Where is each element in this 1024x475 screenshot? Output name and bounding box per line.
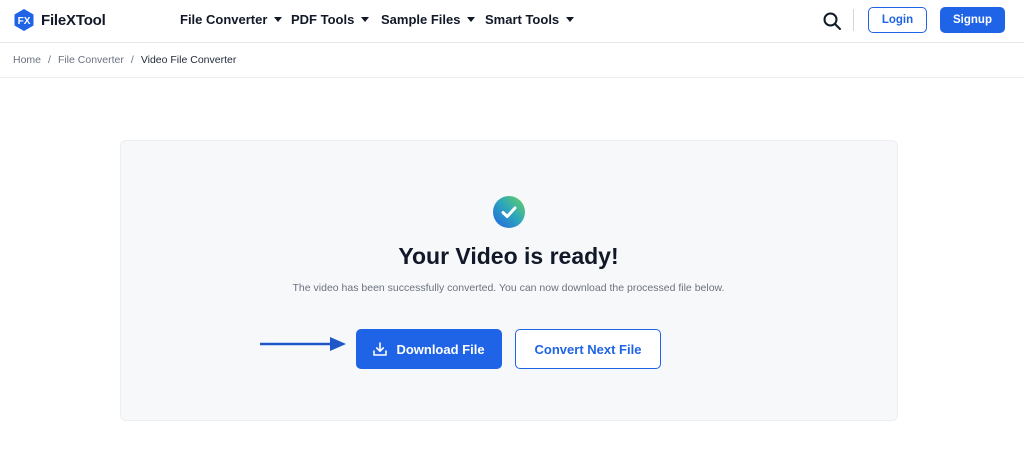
nav-smart-tools[interactable]: Smart Tools (485, 12, 575, 27)
download-icon (373, 342, 388, 356)
result-title: Your Video is ready! (398, 243, 619, 269)
nav-sample-files-label: Sample Files (381, 12, 461, 27)
breadcrumb-separator: / (130, 54, 134, 66)
svg-text:FX: FX (18, 16, 31, 27)
nav-sample-files[interactable]: Sample Files (381, 12, 476, 27)
convert-next-file-button[interactable]: Convert Next File (515, 329, 661, 369)
breadcrumb-separator: / (48, 54, 51, 66)
breadcrumb-bar: Home / File Converter / Video File Conve… (0, 43, 1024, 78)
result-card (120, 140, 898, 421)
arrow-right-icon (260, 337, 346, 351)
result-subtitle: The video has been successfully converte… (292, 282, 725, 294)
logo-mark-icon: FX (14, 9, 34, 31)
nav-pdf-tools[interactable]: PDF Tools (291, 12, 370, 27)
chevron-down-icon (467, 17, 476, 22)
login-button[interactable]: Login (868, 7, 927, 33)
breadcrumb: Home / File Converter / Video File Conve… (13, 54, 236, 66)
top-navigation-bar: FX FileXTool File Converter PDF Tools Sa… (0, 0, 1024, 43)
check-circle-icon (493, 196, 525, 228)
nav-smart-tools-label: Smart Tools (485, 12, 560, 27)
download-file-button[interactable]: Download File (356, 329, 502, 369)
nav-pdf-tools-label: PDF Tools (291, 12, 355, 27)
brand-name: FileXTool (41, 11, 106, 29)
breadcrumb-file-converter[interactable]: File Converter (58, 54, 124, 66)
breadcrumb-home[interactable]: Home (13, 54, 41, 66)
chevron-down-icon (566, 17, 575, 22)
breadcrumb-current: Video File Converter (140, 54, 237, 66)
brand-logo[interactable]: FX FileXTool (12, 8, 106, 32)
header-divider (853, 9, 854, 31)
nav-file-converter-label: File Converter (180, 12, 268, 27)
chevron-down-icon (274, 17, 283, 22)
search-icon[interactable] (822, 11, 842, 31)
signup-button[interactable]: Signup (940, 7, 1005, 33)
download-file-label: Download File (396, 341, 485, 357)
chevron-down-icon (361, 17, 370, 22)
nav-file-converter[interactable]: File Converter (180, 12, 283, 27)
